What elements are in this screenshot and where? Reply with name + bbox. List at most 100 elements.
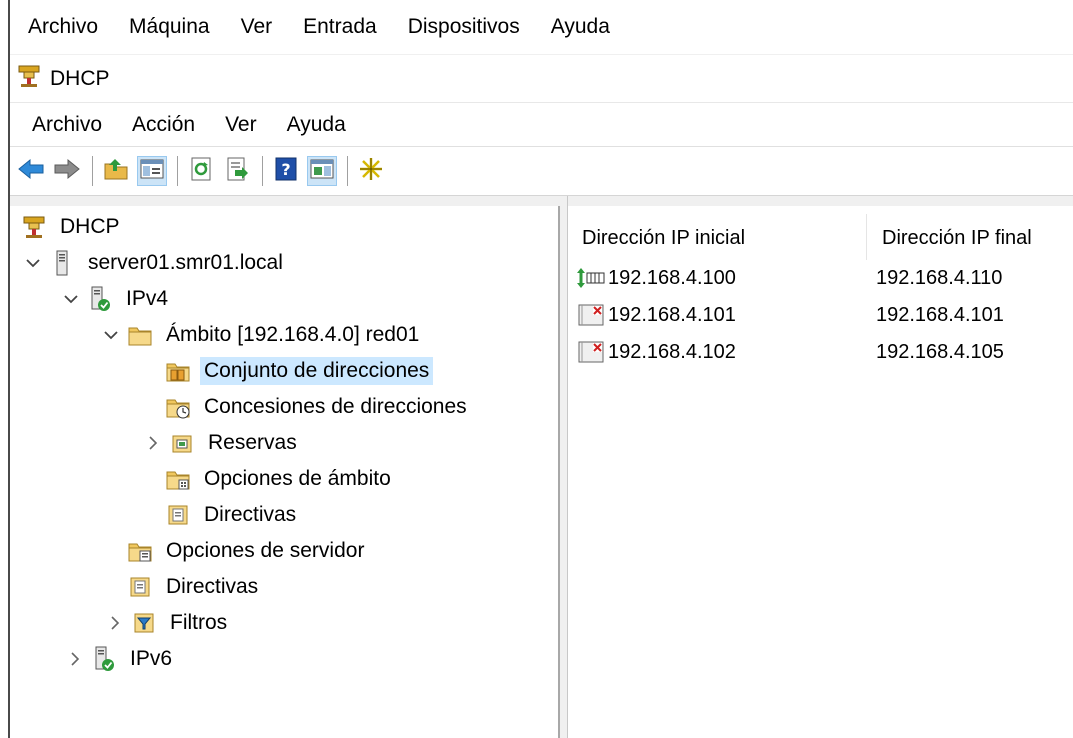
title-bar: DHCP	[10, 54, 1073, 102]
mmc-menu-bar: Archivo Acción Ver Ayuda	[10, 102, 1073, 146]
new-item-button[interactable]	[356, 156, 386, 186]
start-ip: 192.168.4.100	[608, 266, 736, 289]
toolbar-separator	[177, 156, 178, 186]
tree-node-policies[interactable]: Directivas	[128, 570, 262, 604]
up-folder-icon	[103, 157, 129, 186]
column-header-start-ip[interactable]: Dirección IP inicial	[582, 218, 862, 258]
tree-node-filters[interactable]: Filtros	[106, 606, 231, 640]
tree-node-scope-policies[interactable]: Directivas	[166, 498, 300, 532]
address-pool-icon	[166, 359, 190, 383]
vm-menu-bar: Archivo Máquina Ver Entrada Dispositivos…	[10, 0, 1073, 54]
chevron-right-icon[interactable]	[106, 616, 124, 630]
chevron-right-icon[interactable]	[66, 652, 84, 666]
action-pane-icon	[310, 158, 334, 185]
filter-icon	[132, 611, 156, 635]
export-list-button[interactable]	[222, 156, 252, 186]
tree-node-ipv4[interactable]: IPv4	[62, 282, 172, 316]
action-pane-button[interactable]	[307, 156, 337, 186]
vm-menu-ver[interactable]: Ver	[241, 15, 273, 39]
options-icon	[166, 467, 190, 491]
address-range-icon	[576, 266, 606, 290]
tree-label: Concesiones de direcciones	[204, 395, 467, 418]
tree-node-scope[interactable]: Ámbito [192.168.4.0] red01	[102, 318, 423, 352]
chevron-right-icon[interactable]	[144, 436, 162, 450]
tree-node-server[interactable]: server01.smr01.local	[24, 246, 287, 280]
ipv4-server-icon	[88, 286, 112, 311]
exclusion-range-icon	[576, 303, 606, 327]
show-hide-tree-button[interactable]	[137, 156, 167, 186]
back-arrow-icon	[17, 158, 45, 185]
tree-label: Opciones de servidor	[166, 539, 365, 562]
tree-label: DHCP	[60, 215, 120, 238]
policies-icon	[166, 503, 190, 527]
vm-menu-archivo[interactable]: Archivo	[28, 15, 98, 39]
tree-node-server-options[interactable]: Opciones de servidor	[128, 534, 368, 568]
column-header-end-ip[interactable]: Dirección IP final	[882, 218, 1072, 258]
server-options-icon	[128, 539, 152, 563]
svg-text:?: ?	[281, 160, 290, 179]
vm-menu-dispositivos[interactable]: Dispositivos	[408, 15, 520, 39]
menu-ayuda[interactable]: Ayuda	[287, 113, 346, 137]
tree-label: Ámbito [192.168.4.0] red01	[166, 323, 420, 346]
vm-menu-entrada[interactable]: Entrada	[303, 15, 377, 39]
tree-label: Directivas	[166, 575, 259, 598]
chevron-down-icon[interactable]	[102, 330, 120, 340]
window-title: DHCP	[50, 66, 110, 90]
console-tree: DHCP server01.smr01.local IPv4 Ámbito [1…	[10, 206, 560, 738]
tree-label: Conjunto de direcciones	[200, 357, 434, 385]
tree-label: Opciones de ámbito	[204, 467, 391, 490]
chevron-down-icon[interactable]	[62, 294, 80, 304]
refresh-icon	[189, 157, 213, 186]
tree-node-address-pool[interactable]: Conjunto de direcciones	[166, 354, 434, 388]
forward-button[interactable]	[52, 156, 82, 186]
vm-menu-ayuda[interactable]: Ayuda	[551, 15, 610, 39]
table-row[interactable]: 192.168.4.100 192.168.4.110	[576, 260, 1073, 296]
tree-label: IPv4	[126, 287, 169, 310]
dhcp-app-icon	[16, 63, 42, 94]
server-icon	[50, 250, 74, 276]
scope-folder-icon	[128, 323, 152, 347]
pane-splitter[interactable]	[560, 196, 568, 738]
tree-node-scope-options[interactable]: Opciones de ámbito	[166, 462, 395, 496]
new-item-star-icon	[358, 156, 384, 187]
table-row[interactable]: 192.168.4.101 192.168.4.101	[576, 297, 1073, 333]
ipv6-server-icon	[92, 646, 116, 671]
toolbar-separator	[347, 156, 348, 186]
leases-clock-icon	[166, 395, 190, 419]
pane-top-gap	[10, 196, 1073, 206]
tree-label: IPv6	[130, 647, 173, 670]
chevron-down-icon[interactable]	[24, 258, 42, 268]
menu-accion[interactable]: Acción	[132, 113, 195, 137]
help-button[interactable]: ?	[271, 156, 301, 186]
table-row[interactable]: 192.168.4.102 192.168.4.105	[576, 334, 1073, 370]
start-ip: 192.168.4.101	[608, 303, 736, 326]
toolbar-separator	[262, 156, 263, 186]
show-hide-tree-icon	[140, 158, 164, 185]
results-list: Dirección IP inicial Dirección IP final …	[568, 206, 1073, 738]
toolbar: ?	[10, 146, 1073, 196]
menu-ver[interactable]: Ver	[225, 113, 257, 137]
tree-node-ipv6[interactable]: IPv6	[66, 642, 176, 676]
end-ip: 192.168.4.101	[876, 303, 1004, 326]
toolbar-separator	[92, 156, 93, 186]
tree-node-reservations[interactable]: Reservas	[144, 426, 301, 460]
exclusion-range-icon	[576, 340, 606, 364]
column-divider[interactable]	[866, 214, 867, 260]
tree-node-leases[interactable]: Concesiones de direcciones	[166, 390, 471, 424]
tree-label: Reservas	[208, 431, 297, 454]
vm-menu-maquina[interactable]: Máquina	[129, 15, 210, 39]
forward-arrow-icon	[53, 158, 81, 185]
tree-label: server01.smr01.local	[88, 251, 283, 274]
reservations-icon	[170, 431, 194, 455]
policies-icon	[128, 575, 152, 599]
export-list-icon	[225, 157, 249, 186]
up-level-button[interactable]	[101, 156, 131, 186]
refresh-button[interactable]	[186, 156, 216, 186]
back-button[interactable]	[16, 156, 46, 186]
dhcp-icon	[22, 215, 46, 239]
help-icon: ?	[274, 157, 298, 186]
tree-label: Directivas	[204, 503, 297, 526]
start-ip: 192.168.4.102	[608, 340, 736, 363]
menu-archivo[interactable]: Archivo	[32, 113, 102, 137]
tree-node-dhcp[interactable]: DHCP	[22, 210, 124, 244]
